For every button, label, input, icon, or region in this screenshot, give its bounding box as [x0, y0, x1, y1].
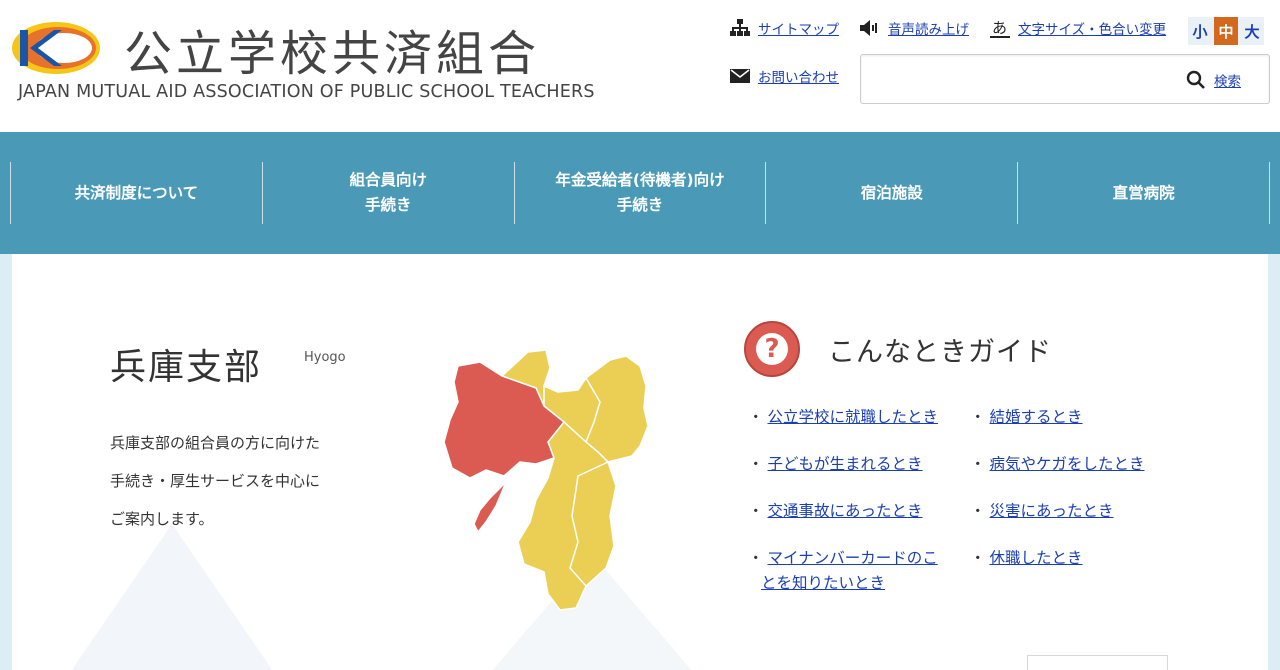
search-icon [1186, 70, 1205, 89]
voice-link[interactable]: 音声読み上げ [860, 18, 969, 38]
guide-link-item: ・病気やケガをしたとき [970, 455, 1145, 473]
branch-description-line: ご案内します。 [110, 510, 214, 528]
font-size-large-button[interactable]: 大 [1240, 17, 1264, 45]
branch-title-en: Hyogo [304, 350, 346, 365]
fontsize-color-link[interactable]: あ 文字サイズ・色合い変更 [990, 18, 1166, 38]
question-icon: ? [744, 321, 800, 377]
guide-link-item: ・災害にあったとき [970, 502, 1114, 520]
fontsize-color-label[interactable]: 文字サイズ・色合い変更 [1018, 18, 1166, 38]
guide-link[interactable]: 病気やケガをしたとき [990, 455, 1145, 473]
page-top-tab[interactable] [1027, 655, 1168, 670]
guide-link[interactable]: 公立学校に就職したとき [768, 408, 939, 426]
logo-subtitle: JAPAN MUTUAL AID ASSOCIATION OF PUBLIC S… [18, 82, 595, 102]
font-size-switch: 小 中 大 [1188, 17, 1264, 45]
guide-link-item: ・公立学校に就職したとき [748, 408, 939, 426]
logo-mark-icon [12, 22, 100, 74]
guide-link[interactable]: マイナンバーカードのこ [768, 549, 938, 567]
nav-item-label-2: 手続き [364, 196, 412, 214]
voice-label[interactable]: 音声読み上げ [888, 18, 969, 38]
branch-description-line: 兵庫支部の組合員の方に向けた [110, 434, 321, 452]
guide-title: こんなときガイド [828, 336, 1052, 368]
guide-link-item: ・交通事故にあったとき [748, 502, 923, 520]
nav-item-label: 組合員向け [349, 171, 427, 189]
svg-text:あ: あ [992, 19, 1007, 37]
logo-title: 公立学校共済組合 [124, 26, 541, 82]
nav-item-kyosai-seido[interactable]: 共済制度について [10, 162, 262, 224]
global-nav: 共済制度について 組合員向け 手続き 年金受給者(待機者)向け 手続き 宿泊施設 直… [0, 132, 1280, 254]
map-region-awaji-highlight [473, 481, 507, 533]
text-size-icon: あ [990, 18, 1010, 38]
speaker-icon [860, 18, 880, 38]
hyogo-map [443, 349, 649, 611]
nav-item-accommodations[interactable]: 宿泊施設 [765, 162, 1017, 224]
sitemap-link[interactable]: サイトマップ [730, 18, 839, 38]
site-header: 公立学校共済組合 JAPAN MUTUAL AID ASSOCIATION OF… [0, 0, 1280, 132]
sitemap-icon [730, 18, 750, 38]
branch-title: 兵庫支部 [110, 347, 263, 388]
contact-label[interactable]: お問い合わせ [758, 66, 839, 86]
font-size-small-button[interactable]: 小 [1188, 17, 1212, 45]
search-button[interactable]: 検索 [1186, 70, 1241, 90]
guide-link-item: ・休職したとき [970, 549, 1083, 567]
map-region-southeast [569, 461, 617, 587]
nav-item-label: 共済制度について [74, 183, 199, 202]
guide-link[interactable]: 子どもが生まれるとき [768, 455, 923, 473]
search-button-label: 検索 [1214, 74, 1241, 90]
guide-link-item: ・結婚するとき [970, 408, 1083, 426]
branch-description-line: 手続き・厚生サービスを中心に [110, 472, 321, 490]
mail-icon [730, 66, 750, 86]
guide-link-line-2[interactable]: とを知りたいとき [761, 574, 885, 592]
site-logo[interactable]: 公立学校共済組合 JAPAN MUTUAL AID ASSOCIATION OF… [10, 12, 595, 112]
nav-item-label-2: 手続き [616, 196, 664, 214]
branch-description: 兵庫支部の組合員の方に向けた 手続き・厚生サービスを中心に ご案内します。 [110, 424, 370, 538]
guide-link[interactable]: 結婚するとき [990, 408, 1083, 426]
guide-link[interactable]: 災害にあったとき [990, 502, 1114, 520]
search-input[interactable] [869, 63, 1169, 95]
nav-item-label: 年金受給者(待機者)向け [555, 171, 725, 189]
guide-header: ? こんなときガイド [744, 321, 1052, 377]
nav-item-label: 宿泊施設 [860, 183, 923, 202]
contact-link[interactable]: お問い合わせ [730, 66, 839, 86]
sitemap-label[interactable]: サイトマップ [758, 18, 839, 38]
nav-item-pensioner-procedures[interactable]: 年金受給者(待機者)向け 手続き [513, 162, 766, 224]
guide-link[interactable]: 休職したとき [990, 549, 1083, 567]
nav-item-label: 直営病院 [1112, 183, 1175, 202]
nav-item-hospitals[interactable]: 直営病院 [1017, 162, 1270, 224]
font-size-medium-button[interactable]: 中 [1214, 17, 1238, 45]
background-decoration [62, 524, 282, 670]
guide-link-item: ・マイナンバーカードのこ とを知りたいとき [748, 549, 938, 592]
nav-item-member-procedures[interactable]: 組合員向け 手続き [261, 162, 514, 224]
guide-link[interactable]: 交通事故にあったとき [768, 502, 923, 520]
guide-link-item: ・子どもが生まれるとき [748, 455, 923, 473]
